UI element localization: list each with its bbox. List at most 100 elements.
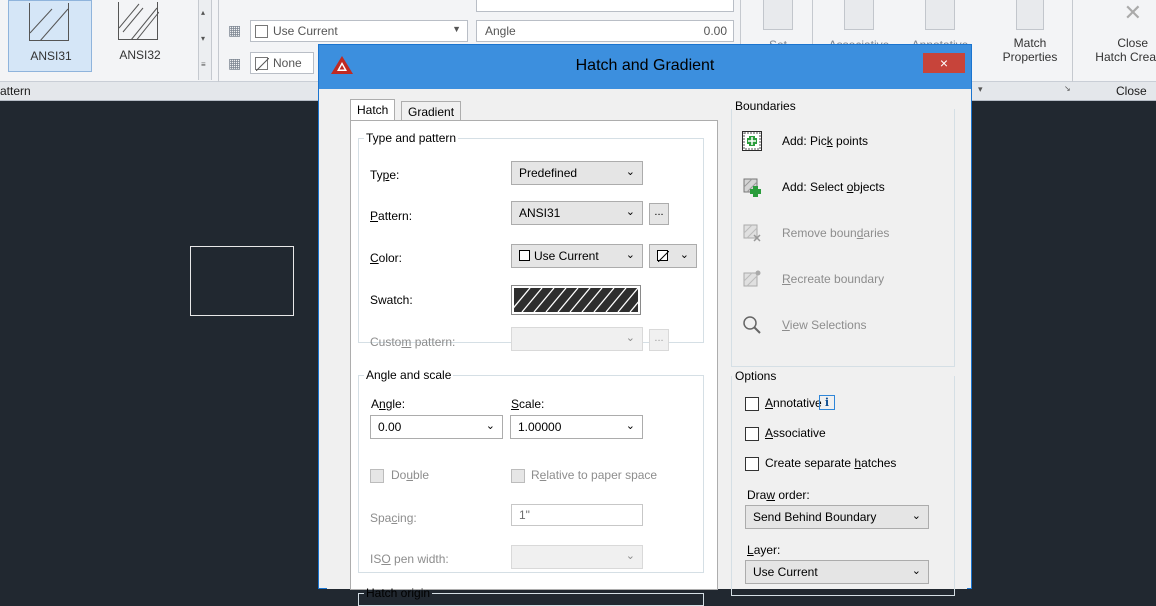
relative-paper-label: Relative to paper space: [531, 468, 658, 482]
dialog-close-button[interactable]: ×: [923, 53, 965, 73]
select-objects-icon: [742, 177, 762, 197]
add-pick-points-button[interactable]: Add: Pick points: [737, 127, 947, 157]
hatch-origin-group: Hatch origin: [358, 586, 704, 606]
double-checkbox[interactable]: [370, 469, 384, 483]
hatch-angle-field[interactable]: Angle 0.00: [476, 20, 734, 42]
chevron-down-icon: ⌄: [625, 550, 635, 562]
close-panel-title[interactable]: Close: [1116, 84, 1147, 98]
draw-order-select[interactable]: Send Behind Boundary ⌄: [745, 505, 929, 529]
layer-value: Use Current: [753, 565, 818, 579]
bg-color-icon: ▦: [228, 55, 242, 71]
relative-paper-checkbox[interactable]: [511, 469, 525, 483]
add-pick-points-label: Add: Pick points: [782, 134, 869, 148]
hatch-origin-legend: Hatch origin: [366, 586, 431, 600]
hatch-color-combo[interactable]: Use Current ▼: [250, 20, 468, 42]
tab-gradient[interactable]: Gradient: [401, 101, 462, 121]
panel-expand-icon[interactable]: ▾: [978, 84, 983, 95]
pattern-browse-button[interactable]: ...: [649, 203, 669, 225]
chevron-down-icon: ⌄: [625, 166, 635, 178]
swatch-label: Swatch:: [370, 293, 413, 307]
type-pattern-legend: Type and pattern: [366, 131, 457, 145]
dialog-title: Hatch and Gradient: [575, 57, 715, 74]
gallery-expand-icon[interactable]: ≡: [201, 60, 206, 69]
annotative-info-icon[interactable]: i: [819, 395, 835, 410]
bg-color-combo[interactable]: None: [250, 52, 314, 74]
tab-hatch[interactable]: Hatch: [350, 99, 396, 121]
type-value: Predefined: [519, 166, 578, 180]
gallery-scroll[interactable]: ▴ ▾ ≡: [198, 0, 212, 80]
remove-boundaries-button[interactable]: Remove boundaries: [737, 219, 947, 249]
double-label: Double: [391, 468, 430, 482]
scroll-up-icon[interactable]: ▴: [201, 8, 205, 17]
color-swatch-icon: [519, 250, 530, 261]
chevron-down-icon: ▼: [452, 24, 461, 34]
ribbon-divider: [1072, 0, 1073, 82]
panel-dialog-launcher-icon[interactable]: ↘: [1064, 84, 1071, 93]
view-selections-label: View Selections: [782, 318, 867, 332]
recreate-boundary-icon: [742, 269, 762, 289]
drawing-rectangle[interactable]: [190, 246, 294, 316]
custom-pattern-browse-button[interactable]: ...: [649, 329, 669, 351]
close-label-line1: Close: [1117, 36, 1148, 50]
chevron-down-icon: ⌄: [625, 249, 635, 261]
pattern-tile-ansi32[interactable]: ANSI32: [98, 0, 182, 72]
remove-boundaries-icon: [742, 223, 762, 243]
draw-order-value: Send Behind Boundary: [753, 510, 877, 524]
annotative-label: Annotative: [765, 396, 822, 410]
match-properties-button[interactable]: Match Properties: [992, 0, 1068, 64]
pattern-panel-title[interactable]: attern: [0, 84, 31, 98]
magnifier-icon: [742, 315, 762, 335]
pattern-thumbnail: [118, 2, 160, 43]
color-select[interactable]: Use Current ⌄: [511, 244, 643, 268]
chevron-down-icon: ⌄: [625, 420, 635, 432]
layer-select[interactable]: Use Current ⌄: [745, 560, 929, 584]
pattern-value: ANSI31: [519, 206, 561, 220]
pattern-swatch[interactable]: [509, 285, 651, 315]
hatch-gradient-dialog: Hatch and Gradient × Hatch Gradient Type…: [318, 44, 972, 606]
scroll-down-icon[interactable]: ▾: [201, 34, 205, 43]
add-select-objects-label: Add: Select objects: [782, 180, 885, 194]
pattern-tile-ansi31[interactable]: ANSI31: [8, 0, 92, 72]
pattern-label: ANSI32: [119, 48, 161, 62]
iso-pen-width-label: ISO pen width:: [370, 552, 449, 566]
ellipsis-icon: ...: [654, 206, 664, 218]
spacing-input[interactable]: 1": [511, 504, 643, 526]
annotative-checkbox[interactable]: [745, 397, 759, 411]
spacing-label: Spacing:: [370, 511, 417, 525]
chevron-down-icon: ⌄: [625, 332, 635, 344]
spacing-value: 1": [519, 508, 530, 522]
type-select[interactable]: Predefined ⌄: [511, 161, 643, 185]
recreate-boundary-label: Recreate boundary: [782, 272, 885, 286]
pattern-select[interactable]: ANSI31 ⌄: [511, 201, 643, 225]
hatch-color-value: Use Current: [273, 24, 338, 38]
transparency-field[interactable]: [476, 0, 734, 12]
view-selections-button[interactable]: View Selections: [737, 311, 947, 341]
background-color-select[interactable]: ⌄: [649, 244, 697, 268]
angle-value: 0.00: [378, 420, 402, 434]
scale-select[interactable]: 1.00000 ⌄: [510, 415, 643, 439]
associative-checkbox[interactable]: [745, 427, 759, 441]
tab-gradient-label: Gradient: [408, 105, 455, 119]
angle-scale-legend: Angle and scale: [366, 368, 452, 382]
layer-label: Layer:: [747, 543, 781, 557]
iso-pen-width-select[interactable]: ⌄: [511, 545, 643, 569]
close-hatch-creation-button[interactable]: ✕ Close Hatch Crea: [1078, 0, 1156, 64]
color-swatch-icon: [255, 25, 268, 38]
chevron-down-icon: ⌄: [911, 565, 921, 577]
recreate-boundary-button[interactable]: Recreate boundary: [737, 265, 947, 295]
dialog-body: Hatch Gradient Type and pattern Type: Pr…: [327, 89, 967, 606]
info-glyph: i: [824, 396, 830, 409]
angle-select[interactable]: 0.00 ⌄: [370, 415, 503, 439]
match-label-line2: Properties: [1002, 50, 1058, 64]
draw-order-label: Draw order:: [747, 488, 810, 502]
close-hatch-icon: ✕: [1123, 0, 1142, 25]
match-label-line1: Match: [1013, 36, 1047, 50]
dialog-title-bar[interactable]: Hatch and Gradient ×: [319, 45, 971, 89]
remove-boundaries-label: Remove boundaries: [782, 226, 890, 240]
ellipsis-icon: ...: [654, 332, 664, 344]
custom-pattern-label: Custom pattern:: [370, 335, 456, 349]
add-select-objects-button[interactable]: Add: Select objects: [737, 173, 947, 203]
separate-hatches-checkbox[interactable]: [745, 457, 759, 471]
custom-pattern-select[interactable]: ⌄: [511, 327, 643, 351]
chevron-down-icon: ⌄: [485, 420, 495, 432]
